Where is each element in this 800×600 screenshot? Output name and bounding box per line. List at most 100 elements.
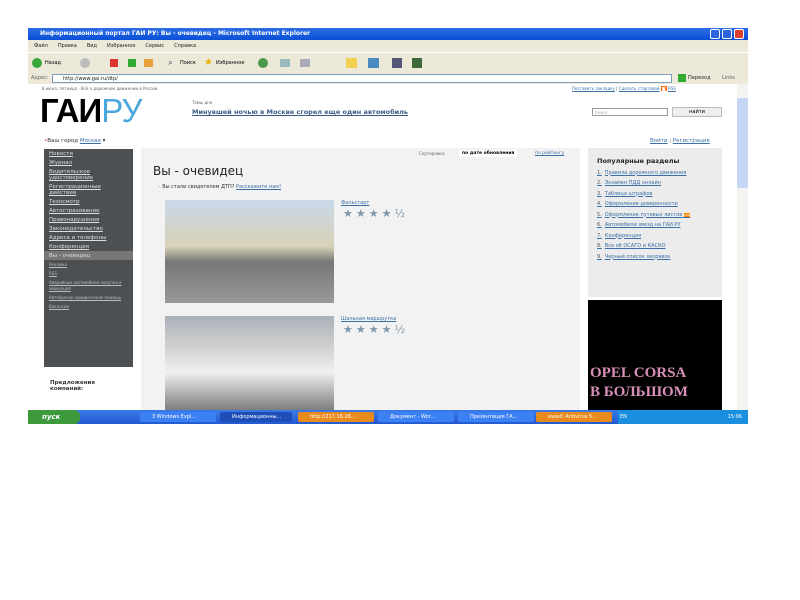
nav-small-item[interactable]: Реклама: [44, 260, 133, 269]
article-title[interactable]: Фальстарт: [341, 200, 369, 206]
city-link[interactable]: Москва: [80, 138, 101, 144]
vertical-scrollbar[interactable]: [737, 84, 748, 410]
nav-small-item[interactable]: Автоброкер юридическая помощь: [44, 293, 133, 302]
back-icon[interactable]: [32, 58, 42, 68]
taskbar-item[interactable]: Документ - Wor...: [378, 412, 454, 422]
popular-link[interactable]: 8. Все об ОСАГО и КАСКО: [597, 243, 722, 249]
search-input[interactable]: поиск: [592, 108, 668, 116]
search-button[interactable]: Поиск: [180, 53, 196, 73]
minimize-button[interactable]: [710, 29, 720, 39]
print-icon[interactable]: [300, 59, 310, 67]
popular-link[interactable]: 2. Экзамен ПДД онлайн: [597, 180, 722, 186]
menu-edit[interactable]: Правка: [58, 43, 77, 49]
taskbar-item[interactable]: Презентация ГА...: [458, 412, 534, 422]
address-label: Адрес:: [31, 75, 49, 81]
menu-file[interactable]: Файл: [34, 43, 48, 49]
nav-item[interactable]: Журнал: [44, 158, 133, 167]
page-title: Вы - очевидец: [153, 164, 244, 178]
taskbar: пуск 3 Windows Expl... Информационны... …: [28, 410, 748, 424]
witness-text: Вы стали свидетелем ДТП?: [162, 184, 235, 190]
menu-help[interactable]: Справка: [174, 43, 196, 49]
login-link[interactable]: Войти: [650, 138, 668, 144]
messenger-icon[interactable]: [368, 58, 379, 68]
headline-link[interactable]: Минувшей ночью в Москве сгорел еще один …: [192, 108, 408, 116]
register-link[interactable]: Регистрация: [673, 138, 710, 144]
bookmark-link[interactable]: Поставить закладку: [572, 86, 615, 91]
article-title[interactable]: Шальная маршрутка: [341, 316, 396, 322]
nav-item[interactable]: Техосмотр: [44, 197, 133, 206]
close-button[interactable]: [734, 29, 744, 39]
ad-line-1: OPEL CORSA: [590, 365, 687, 381]
popular-link[interactable]: 5. Оформление путевых листов new: [597, 212, 722, 218]
maximize-button[interactable]: [722, 29, 732, 39]
menu-tools[interactable]: Сервис: [145, 43, 164, 49]
clock: 15:06: [727, 414, 742, 420]
nav-item[interactable]: Адреса и телефоны: [44, 233, 133, 242]
make-start-link[interactable]: Сделать стартовой: [619, 86, 660, 91]
stop-icon[interactable]: [110, 59, 118, 67]
nav-small-item[interactable]: RSS: [44, 269, 133, 278]
mail-icon[interactable]: [280, 59, 290, 67]
links-label[interactable]: Links: [722, 72, 735, 84]
city-selector[interactable]: •Ваш город Москва ▾: [44, 138, 105, 144]
popular-link[interactable]: 6. Автомобили звезд на ГАИ.РУ: [597, 222, 722, 228]
taskbar-item-active[interactable]: Информационны...: [220, 412, 292, 422]
addon-icon[interactable]: [412, 58, 422, 68]
sort-by-rating[interactable]: по рейтингу: [535, 151, 564, 156]
back-button[interactable]: Назад: [45, 53, 61, 73]
witness-line: · Вы стали свидетелем ДТП? Расскажите на…: [159, 184, 282, 190]
search-submit-button[interactable]: найти: [672, 107, 722, 117]
main-content: Сортировка: по дате обновления по рейтин…: [141, 148, 580, 418]
nav-item[interactable]: Конференция: [44, 242, 133, 251]
go-button[interactable]: Переход: [688, 72, 711, 84]
menu-view[interactable]: Вид: [87, 43, 97, 49]
nav-item[interactable]: Регистрационные действия: [44, 182, 133, 197]
favorites-star-icon[interactable]: ★: [204, 53, 213, 73]
nav-item[interactable]: Законодательство: [44, 224, 133, 233]
start-button[interactable]: пуск: [28, 410, 80, 424]
popular-link[interactable]: 1. Правила дорожного движения: [597, 170, 722, 176]
rss-link[interactable]: RSS: [668, 86, 676, 91]
top-links: Поставить закладку | Сделать стартовой ◙…: [572, 86, 676, 91]
offers-heading: Предложения компаний:: [50, 380, 95, 392]
popular-link[interactable]: 4. Оформление доверенности: [597, 201, 722, 207]
history-icon[interactable]: [258, 58, 268, 68]
folder-icon[interactable]: [346, 58, 357, 68]
taskbar-item[interactable]: 3 Windows Expl...: [140, 412, 216, 422]
nav-small-item[interactable]: Аварийные автомобили покупка и эвакуация: [44, 278, 133, 293]
popular-link[interactable]: 3. Таблица штрафов: [597, 191, 722, 197]
nav-item-active[interactable]: Вы - очевидец: [44, 251, 133, 260]
title-bar: Информационный портал ГАИ РУ: Вы - очеви…: [28, 28, 748, 40]
article-image[interactable]: [165, 200, 334, 303]
day-topic-label: Темы дня: [192, 100, 213, 105]
tell-us-link[interactable]: Расскажите нам!: [236, 184, 281, 190]
forward-icon[interactable]: [80, 58, 90, 68]
nav-small-item[interactable]: Вакансии: [44, 302, 133, 311]
go-icon[interactable]: [678, 74, 686, 82]
home-icon[interactable]: [144, 59, 153, 67]
popular-link[interactable]: 7. Конференция: [597, 233, 722, 239]
search-icon[interactable]: ⌕: [168, 53, 173, 73]
nav-item[interactable]: Правонарушения: [44, 215, 133, 224]
address-input[interactable]: http://www.gai.ru/dtp/: [52, 74, 672, 83]
nav-item[interactable]: Водительское удостоверение: [44, 167, 133, 182]
menu-favorites[interactable]: Избранное: [107, 43, 135, 49]
popular-title: Популярные разделы: [597, 157, 680, 165]
scrollbar-thumb[interactable]: [737, 98, 748, 188]
sort-by-date[interactable]: по дате обновления: [459, 150, 518, 157]
rating-stars[interactable]: ★★★★½: [343, 207, 408, 220]
taskbar-item[interactable]: http://217.16.28...: [298, 412, 374, 422]
opel-ad-banner[interactable]: OPEL CORSA В БОЛЬШОМ: [588, 300, 722, 410]
taskbar-item[interactable]: avast! Antivirus 5...: [536, 412, 612, 422]
rating-stars[interactable]: ★★★★½: [343, 323, 408, 336]
research-icon[interactable]: [392, 58, 402, 68]
refresh-icon[interactable]: [128, 59, 136, 67]
popular-link[interactable]: 9. Черный список заправок: [597, 254, 722, 260]
city-label: Ваш город: [47, 138, 79, 144]
site-logo[interactable]: ГАИРУ: [40, 92, 142, 130]
article-image[interactable]: [165, 316, 334, 418]
language-indicator[interactable]: EN: [620, 414, 627, 420]
favorites-button[interactable]: Избранное: [216, 53, 244, 73]
nav-item[interactable]: Новости: [44, 149, 133, 158]
nav-item[interactable]: Автострахование: [44, 206, 133, 215]
